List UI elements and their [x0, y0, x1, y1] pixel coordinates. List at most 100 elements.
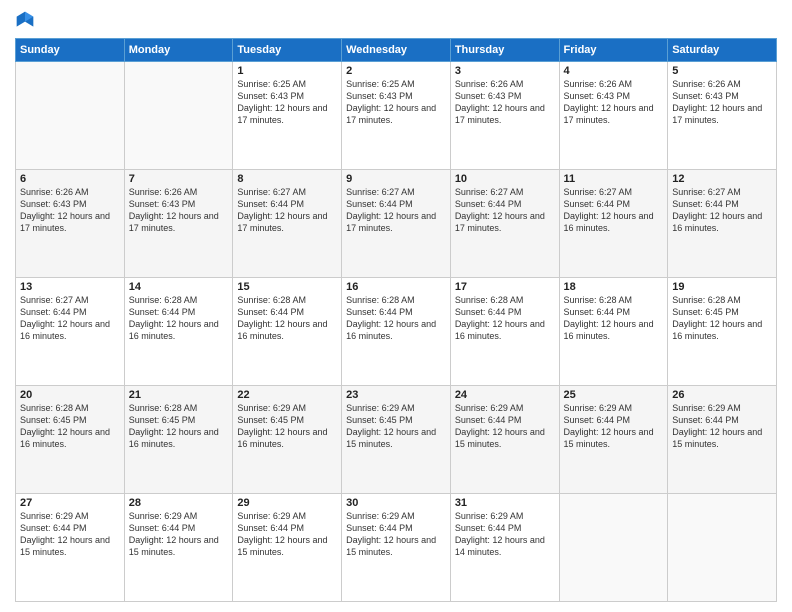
day-number: 6: [20, 173, 120, 185]
day-number: 20: [20, 389, 120, 401]
day-info: Sunrise: 6:26 AMSunset: 6:43 PMDaylight:…: [20, 186, 120, 235]
calendar-cell: 26Sunrise: 6:29 AMSunset: 6:44 PMDayligh…: [668, 386, 777, 494]
day-info: Sunrise: 6:29 AMSunset: 6:44 PMDaylight:…: [564, 402, 664, 451]
calendar-cell: 24Sunrise: 6:29 AMSunset: 6:44 PMDayligh…: [450, 386, 559, 494]
day-info: Sunrise: 6:29 AMSunset: 6:44 PMDaylight:…: [237, 510, 337, 559]
calendar-cell: 19Sunrise: 6:28 AMSunset: 6:45 PMDayligh…: [668, 278, 777, 386]
calendar-week-row: 27Sunrise: 6:29 AMSunset: 6:44 PMDayligh…: [16, 494, 777, 602]
day-info: Sunrise: 6:29 AMSunset: 6:45 PMDaylight:…: [346, 402, 446, 451]
calendar-cell: [124, 62, 233, 170]
day-number: 19: [672, 281, 772, 293]
logo: [15, 10, 39, 30]
weekday-header: Saturday: [668, 39, 777, 62]
calendar-cell: 1Sunrise: 6:25 AMSunset: 6:43 PMDaylight…: [233, 62, 342, 170]
day-info: Sunrise: 6:27 AMSunset: 6:44 PMDaylight:…: [455, 186, 555, 235]
calendar-cell: 21Sunrise: 6:28 AMSunset: 6:45 PMDayligh…: [124, 386, 233, 494]
day-number: 5: [672, 65, 772, 77]
day-info: Sunrise: 6:29 AMSunset: 6:44 PMDaylight:…: [455, 402, 555, 451]
weekday-header: Friday: [559, 39, 668, 62]
weekday-row: SundayMondayTuesdayWednesdayThursdayFrid…: [16, 39, 777, 62]
weekday-header: Thursday: [450, 39, 559, 62]
day-number: 22: [237, 389, 337, 401]
calendar-cell: 2Sunrise: 6:25 AMSunset: 6:43 PMDaylight…: [342, 62, 451, 170]
day-number: 9: [346, 173, 446, 185]
day-number: 4: [564, 65, 664, 77]
calendar-week-row: 13Sunrise: 6:27 AMSunset: 6:44 PMDayligh…: [16, 278, 777, 386]
day-info: Sunrise: 6:28 AMSunset: 6:44 PMDaylight:…: [455, 294, 555, 343]
day-info: Sunrise: 6:27 AMSunset: 6:44 PMDaylight:…: [237, 186, 337, 235]
day-info: Sunrise: 6:28 AMSunset: 6:44 PMDaylight:…: [129, 294, 229, 343]
calendar-body: 1Sunrise: 6:25 AMSunset: 6:43 PMDaylight…: [16, 62, 777, 602]
calendar-cell: 9Sunrise: 6:27 AMSunset: 6:44 PMDaylight…: [342, 170, 451, 278]
day-info: Sunrise: 6:27 AMSunset: 6:44 PMDaylight:…: [346, 186, 446, 235]
calendar-week-row: 20Sunrise: 6:28 AMSunset: 6:45 PMDayligh…: [16, 386, 777, 494]
day-number: 2: [346, 65, 446, 77]
calendar-cell: [668, 494, 777, 602]
day-number: 11: [564, 173, 664, 185]
calendar-cell: 25Sunrise: 6:29 AMSunset: 6:44 PMDayligh…: [559, 386, 668, 494]
weekday-header: Wednesday: [342, 39, 451, 62]
day-info: Sunrise: 6:28 AMSunset: 6:45 PMDaylight:…: [129, 402, 229, 451]
day-info: Sunrise: 6:28 AMSunset: 6:44 PMDaylight:…: [564, 294, 664, 343]
day-info: Sunrise: 6:27 AMSunset: 6:44 PMDaylight:…: [564, 186, 664, 235]
calendar-cell: 23Sunrise: 6:29 AMSunset: 6:45 PMDayligh…: [342, 386, 451, 494]
calendar: SundayMondayTuesdayWednesdayThursdayFrid…: [15, 38, 777, 602]
day-number: 7: [129, 173, 229, 185]
calendar-cell: 16Sunrise: 6:28 AMSunset: 6:44 PMDayligh…: [342, 278, 451, 386]
day-number: 28: [129, 497, 229, 509]
calendar-cell: 20Sunrise: 6:28 AMSunset: 6:45 PMDayligh…: [16, 386, 125, 494]
day-number: 13: [20, 281, 120, 293]
day-info: Sunrise: 6:29 AMSunset: 6:44 PMDaylight:…: [129, 510, 229, 559]
day-info: Sunrise: 6:29 AMSunset: 6:44 PMDaylight:…: [672, 402, 772, 451]
day-info: Sunrise: 6:28 AMSunset: 6:45 PMDaylight:…: [20, 402, 120, 451]
day-number: 21: [129, 389, 229, 401]
weekday-header: Monday: [124, 39, 233, 62]
day-number: 8: [237, 173, 337, 185]
header: [15, 10, 777, 30]
day-number: 12: [672, 173, 772, 185]
logo-icon: [15, 10, 35, 30]
calendar-cell: 6Sunrise: 6:26 AMSunset: 6:43 PMDaylight…: [16, 170, 125, 278]
day-info: Sunrise: 6:29 AMSunset: 6:44 PMDaylight:…: [455, 510, 555, 559]
calendar-cell: 12Sunrise: 6:27 AMSunset: 6:44 PMDayligh…: [668, 170, 777, 278]
day-number: 15: [237, 281, 337, 293]
calendar-week-row: 6Sunrise: 6:26 AMSunset: 6:43 PMDaylight…: [16, 170, 777, 278]
page: SundayMondayTuesdayWednesdayThursdayFrid…: [0, 0, 792, 612]
calendar-cell: 29Sunrise: 6:29 AMSunset: 6:44 PMDayligh…: [233, 494, 342, 602]
day-info: Sunrise: 6:29 AMSunset: 6:44 PMDaylight:…: [20, 510, 120, 559]
calendar-cell: 10Sunrise: 6:27 AMSunset: 6:44 PMDayligh…: [450, 170, 559, 278]
day-info: Sunrise: 6:29 AMSunset: 6:44 PMDaylight:…: [346, 510, 446, 559]
calendar-cell: 5Sunrise: 6:26 AMSunset: 6:43 PMDaylight…: [668, 62, 777, 170]
day-info: Sunrise: 6:27 AMSunset: 6:44 PMDaylight:…: [672, 186, 772, 235]
weekday-header: Tuesday: [233, 39, 342, 62]
calendar-cell: 31Sunrise: 6:29 AMSunset: 6:44 PMDayligh…: [450, 494, 559, 602]
day-info: Sunrise: 6:28 AMSunset: 6:44 PMDaylight:…: [346, 294, 446, 343]
day-info: Sunrise: 6:27 AMSunset: 6:44 PMDaylight:…: [20, 294, 120, 343]
calendar-cell: 30Sunrise: 6:29 AMSunset: 6:44 PMDayligh…: [342, 494, 451, 602]
day-number: 23: [346, 389, 446, 401]
calendar-cell: 28Sunrise: 6:29 AMSunset: 6:44 PMDayligh…: [124, 494, 233, 602]
day-info: Sunrise: 6:26 AMSunset: 6:43 PMDaylight:…: [455, 78, 555, 127]
day-info: Sunrise: 6:26 AMSunset: 6:43 PMDaylight:…: [129, 186, 229, 235]
calendar-cell: 14Sunrise: 6:28 AMSunset: 6:44 PMDayligh…: [124, 278, 233, 386]
day-number: 14: [129, 281, 229, 293]
calendar-cell: 11Sunrise: 6:27 AMSunset: 6:44 PMDayligh…: [559, 170, 668, 278]
calendar-cell: 7Sunrise: 6:26 AMSunset: 6:43 PMDaylight…: [124, 170, 233, 278]
day-info: Sunrise: 6:28 AMSunset: 6:45 PMDaylight:…: [672, 294, 772, 343]
calendar-cell: 27Sunrise: 6:29 AMSunset: 6:44 PMDayligh…: [16, 494, 125, 602]
day-info: Sunrise: 6:26 AMSunset: 6:43 PMDaylight:…: [672, 78, 772, 127]
day-number: 18: [564, 281, 664, 293]
day-number: 1: [237, 65, 337, 77]
calendar-header: SundayMondayTuesdayWednesdayThursdayFrid…: [16, 39, 777, 62]
day-number: 29: [237, 497, 337, 509]
weekday-header: Sunday: [16, 39, 125, 62]
day-number: 27: [20, 497, 120, 509]
calendar-cell: 13Sunrise: 6:27 AMSunset: 6:44 PMDayligh…: [16, 278, 125, 386]
calendar-cell: 3Sunrise: 6:26 AMSunset: 6:43 PMDaylight…: [450, 62, 559, 170]
calendar-cell: [559, 494, 668, 602]
day-info: Sunrise: 6:28 AMSunset: 6:44 PMDaylight:…: [237, 294, 337, 343]
day-number: 30: [346, 497, 446, 509]
calendar-cell: 15Sunrise: 6:28 AMSunset: 6:44 PMDayligh…: [233, 278, 342, 386]
calendar-cell: [16, 62, 125, 170]
day-number: 26: [672, 389, 772, 401]
